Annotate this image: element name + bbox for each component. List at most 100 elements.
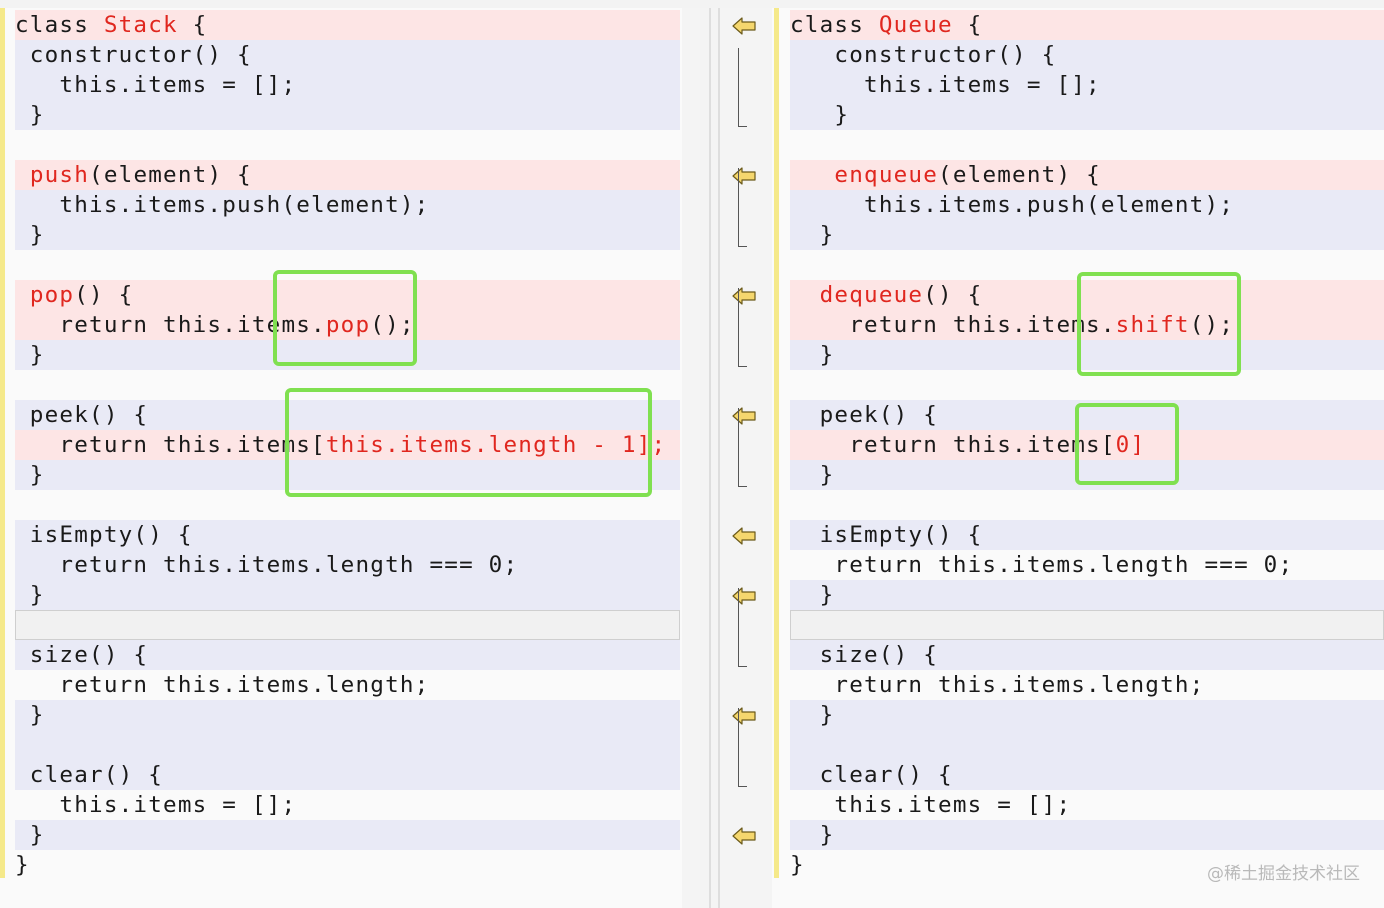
code-token: peek() { [15, 402, 149, 428]
change-bracket [738, 288, 747, 367]
highlight-box-stack-peek [285, 388, 652, 497]
code-token: this.items = []; [790, 72, 1101, 98]
code-line[interactable]: clear() { [15, 760, 680, 790]
code-token: } [15, 582, 45, 608]
code-line[interactable]: return this.items.length === 0; [15, 550, 680, 580]
code-token: return this.items[ [15, 432, 326, 458]
code-token: clear() { [790, 762, 953, 788]
code-token: return this.items[ [790, 432, 1116, 458]
code-line[interactable]: } [15, 580, 680, 610]
code-line[interactable]: return this.items.length; [790, 670, 1384, 700]
code-line[interactable]: clear() { [790, 760, 1384, 790]
watermark: @稀土掘金技术社区 [1207, 864, 1360, 884]
code-line[interactable]: return this.items.length === 0; [790, 550, 1384, 580]
code-token: return this.items.length; [790, 672, 1205, 698]
code-line[interactable]: class Stack { [15, 10, 680, 40]
code-token: } [790, 462, 835, 488]
code-line[interactable]: this.items = []; [790, 790, 1384, 820]
code-line[interactable] [790, 730, 1384, 760]
changed-token: Queue [878, 12, 953, 38]
code-line[interactable]: } [790, 100, 1384, 130]
code-token: return this.items.length === 0; [790, 552, 1294, 578]
code-line[interactable]: size() { [15, 640, 680, 670]
code-token: return this.items. [790, 312, 1116, 338]
code-token: size() { [15, 642, 149, 668]
code-token: } [790, 852, 805, 878]
code-token: } [790, 222, 835, 248]
code-line[interactable] [790, 490, 1384, 520]
highlight-box-queue-peek [1075, 403, 1179, 485]
code-line[interactable]: } [790, 220, 1384, 250]
code-line[interactable]: } [15, 700, 680, 730]
code-token: { [177, 12, 208, 38]
code-token: class [15, 12, 104, 38]
left-change-marker-strip [0, 8, 5, 878]
code-line[interactable]: } [15, 820, 680, 850]
code-line[interactable]: this.items = []; [15, 790, 680, 820]
code-line[interactable]: return this.items.length; [15, 670, 680, 700]
code-token: isEmpty() { [790, 522, 983, 548]
change-bracket [738, 588, 747, 667]
code-line[interactable]: this.items = []; [790, 70, 1384, 100]
code-line[interactable]: } [790, 580, 1384, 610]
code-token: this.items.push(element); [15, 192, 430, 218]
code-token: } [790, 702, 835, 728]
code-token: return this.items.length === 0; [15, 552, 519, 578]
highlight-box-pop [273, 270, 417, 366]
code-token: } [790, 822, 835, 848]
code-line[interactable]: class Queue { [790, 10, 1384, 40]
code-token: } [15, 342, 45, 368]
copy-left-arrow-icon[interactable] [732, 826, 756, 846]
code-token: () { [923, 282, 983, 308]
code-line[interactable] [15, 610, 680, 640]
code-token: this.items = []; [15, 792, 297, 818]
code-token: (element) { [938, 162, 1101, 188]
code-line[interactable]: } [15, 220, 680, 250]
code-line[interactable] [790, 610, 1384, 640]
code-line[interactable]: } [15, 100, 680, 130]
changed-token: dequeue [819, 282, 924, 308]
code-token: } [790, 582, 835, 608]
code-line[interactable]: constructor() { [790, 40, 1384, 70]
code-token: } [15, 222, 45, 248]
changed-token: push [29, 162, 90, 188]
copy-left-arrow-icon[interactable] [732, 526, 756, 546]
code-line[interactable]: this.items.push(element); [790, 190, 1384, 220]
code-token: } [15, 822, 45, 848]
change-bracket [738, 408, 747, 487]
code-line[interactable]: isEmpty() { [15, 520, 680, 550]
code-token: clear() { [15, 762, 164, 788]
code-token: (element) { [89, 162, 252, 188]
highlight-box-shift [1077, 272, 1241, 376]
code-line[interactable]: constructor() { [15, 40, 680, 70]
code-line[interactable] [790, 130, 1384, 160]
right-change-marker-strip [774, 8, 779, 878]
diff-gutter [682, 8, 772, 908]
code-line[interactable]: } [790, 820, 1384, 850]
code-token: () { [74, 282, 134, 308]
code-line[interactable]: size() { [790, 640, 1384, 670]
code-line[interactable]: } [15, 850, 680, 880]
change-bracket [738, 708, 747, 787]
code-line[interactable]: enqueue(element) { [790, 160, 1384, 190]
change-bracket [738, 168, 747, 247]
code-line[interactable] [15, 730, 680, 760]
code-line[interactable] [15, 130, 680, 160]
changed-token: enqueue [834, 162, 939, 188]
code-line[interactable]: } [790, 700, 1384, 730]
code-token: { [952, 12, 983, 38]
code-token: this.items.push(element); [790, 192, 1235, 218]
changed-token: Stack [103, 12, 178, 38]
code-token: } [15, 102, 45, 128]
changed-token: pop [29, 282, 75, 308]
code-line[interactable]: this.items = []; [15, 70, 680, 100]
code-line[interactable]: this.items.push(element); [15, 190, 680, 220]
code-line[interactable]: isEmpty() { [790, 520, 1384, 550]
code-line[interactable]: push(element) { [15, 160, 680, 190]
code-token: } [790, 102, 850, 128]
gutter-separator-left [709, 8, 711, 908]
copy-left-arrow-icon[interactable] [732, 16, 756, 36]
